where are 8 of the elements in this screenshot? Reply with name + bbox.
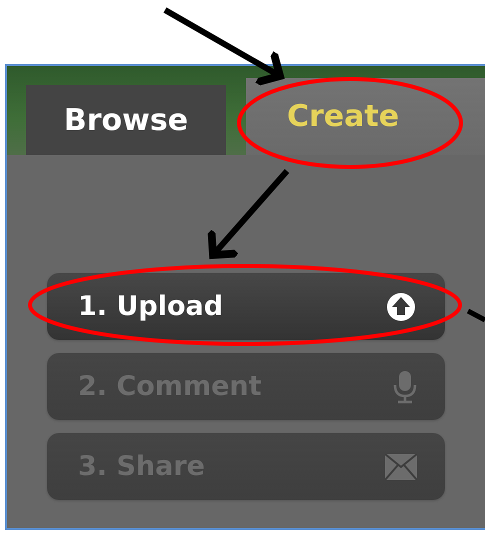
step-button[interactable]: 1. Upload — [47, 273, 445, 340]
step-label: 1. Upload — [78, 291, 224, 322]
microphone-icon — [393, 370, 417, 404]
envelope-icon — [385, 454, 417, 480]
tab[interactable]: Browse — [26, 85, 226, 155]
annotation-line — [466, 308, 485, 322]
tab[interactable]: Create — [246, 78, 485, 155]
upload-icon — [385, 290, 417, 322]
